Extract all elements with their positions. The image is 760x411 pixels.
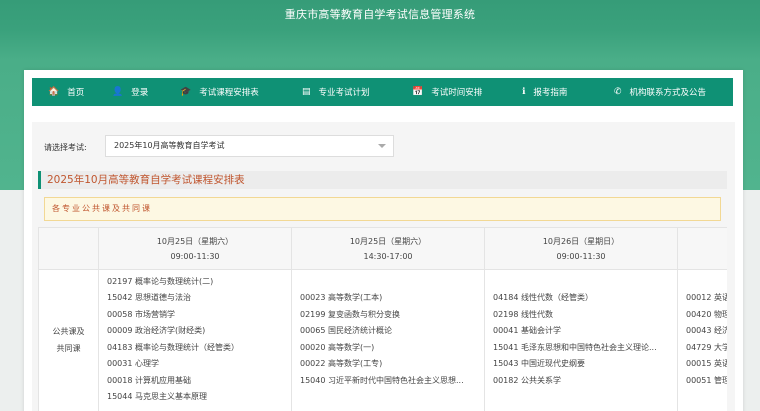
main-nav: 🏠 首页 👤 登录 🎓 考试课程安排表 ▤ 专业考试计划 📅 考试时间安排 ℹ 报考指南 ✆ 机构联系方式… (32, 78, 733, 106)
course-item: 00020 高等数学(一) (300, 343, 375, 352)
course-list: 04184 线性代数（经管类） 02198 线性代数 00041 基础会计学 1504… (485, 270, 677, 411)
nav-item-1[interactable]: 👤 登录 (112, 78, 148, 106)
course-list: 02197 概率论与数理统计(二) 15042 思想道德与法治 00058 市场营销… (99, 270, 291, 411)
exam-select[interactable]: 2025年10月高等教育自学考试 (105, 135, 394, 157)
course-item: 00012 英语 (686, 293, 727, 302)
course-item: 00015 英语 (686, 359, 727, 368)
nav-item-2[interactable]: 🎓 考试课程安排表 (180, 78, 259, 106)
session-header (678, 228, 727, 270)
nav-item-label: 考试时间安排 (431, 88, 483, 98)
home-icon: 🏠 (48, 86, 60, 97)
id-card-icon: ▤ (302, 86, 311, 97)
session-column: 10月25日（星期六） 14:30-17:00 00023 高等数学(工本) 0219… (292, 228, 485, 411)
info-icon: ℹ (522, 86, 526, 97)
session-column: 10月26日（星期日） 09:00-11:30 04184 线性代数（经管类） 021… (485, 228, 678, 411)
course-item: 15044 马克思主义基本原理 (107, 392, 207, 401)
session-date: 10月25日（星期六） (156, 237, 234, 246)
nav-item-label: 登录 (131, 88, 149, 98)
nav-item-5[interactable]: ℹ 报考指南 (522, 78, 567, 106)
course-item: 15042 思想道德与法治 (107, 293, 191, 302)
graduation-cap-icon: 🎓 (180, 86, 192, 97)
course-item: 04729 大学 (686, 343, 727, 352)
schedule-table: 公共课及 共同课 10月25日（星期六） 09:00-11:30 02197 概率论… (38, 227, 727, 411)
course-item: 02198 线性代数 (493, 310, 553, 319)
session-column: 10月25日（星期六） 09:00-11:30 02197 概率论与数理统计(二) 1… (99, 228, 292, 411)
nav-item-label: 机构联系方式及公告 (629, 88, 707, 98)
session-column: 00012 英语 00420 物理 00043 经济 04729 大学 00015 英语… (678, 228, 727, 411)
chevron-down-icon (378, 144, 386, 148)
course-item: 00065 国民经济统计概论 (300, 326, 392, 335)
course-item: 00023 高等数学(工本) (300, 293, 383, 302)
course-item: 00009 政治经济学(财经类) (107, 326, 206, 335)
phone-icon: ✆ (614, 86, 622, 97)
nav-item-label: 首页 (67, 88, 85, 98)
course-item: 02197 概率论与数理统计(二) (107, 277, 214, 286)
nav-item-label: 专业考试计划 (318, 88, 370, 98)
category-header (39, 228, 98, 270)
course-list: 00012 英语 00420 物理 00043 经济 04729 大学 00015 英语… (678, 270, 727, 411)
course-item: 00018 计算机应用基础 (107, 376, 191, 385)
session-time: 09:00-11:30 (170, 252, 220, 261)
course-item: 00043 经济 (686, 326, 727, 335)
exam-select-value: 2025年10月高等教育自学考试 (114, 141, 225, 150)
nav-item-label: 考试课程安排表 (199, 88, 259, 98)
course-item: 00031 心理学 (107, 359, 159, 368)
session-header: 10月26日（星期日） 09:00-11:30 (485, 228, 677, 270)
nav-item-label: 报考指南 (533, 88, 568, 98)
course-item: 02199 复变函数与积分变换 (300, 310, 400, 319)
course-item: 15040 习近平新时代中国特色社会主义思想... (300, 376, 464, 385)
nav-item-4[interactable]: 📅 考试时间安排 (412, 78, 482, 106)
course-item: 15041 毛泽东思想和中国特色社会主义理论... (493, 343, 657, 352)
course-item: 00058 市场营销学 (107, 310, 175, 319)
course-item: 00051 管理 (686, 376, 727, 385)
section-title: 2025年10月高等教育自学考试课程安排表 (38, 171, 727, 189)
course-item: 00041 基础会计学 (493, 326, 561, 335)
nav-item-0[interactable]: 🏠 首页 (48, 78, 84, 106)
exam-select-label: 请选择考试: (44, 143, 87, 152)
notice-banner: 各专业公共课及共同课 (44, 197, 721, 221)
course-item: 00182 公共关系学 (493, 376, 561, 385)
category-column: 公共课及 共同课 (39, 228, 99, 411)
calendar-icon: 📅 (412, 86, 424, 97)
session-header: 10月25日（星期六） 09:00-11:30 (99, 228, 291, 270)
course-list: 00023 高等数学(工本) 02199 复变函数与积分变换 00065 国民经济统… (292, 270, 484, 411)
category-label-line2: 共同课 (56, 344, 81, 353)
category-cell: 公共课及 共同课 (39, 270, 98, 411)
course-item: 15043 中国近现代史纲要 (493, 359, 585, 368)
nav-item-3[interactable]: ▤ 专业考试计划 (302, 78, 370, 106)
user-icon: 👤 (112, 86, 124, 97)
session-date: 10月25日（星期六） (349, 237, 427, 246)
course-item: 00022 高等数学(工专) (300, 359, 383, 368)
session-date: 10月26日（星期日） (542, 237, 620, 246)
content-panel: 请选择考试: 2025年10月高等教育自学考试 2025年10月高等教育自学考试… (32, 122, 735, 411)
site-title: 重庆市高等教育自学考试信息管理系统 (284, 8, 476, 21)
course-item: 04183 概率论与数理统计（经管类） (107, 343, 239, 352)
nav-item-6[interactable]: ✆ 机构联系方式及公告 (614, 78, 706, 106)
session-time: 09:00-11:30 (556, 252, 606, 261)
session-time: 14:30-17:00 (363, 252, 413, 261)
course-item: 04184 线性代数（经管类） (493, 293, 593, 302)
course-item: 00420 物理 (686, 310, 727, 319)
category-label-line1: 公共课及 (52, 327, 85, 336)
main-card: 🏠 首页 👤 登录 🎓 考试课程安排表 ▤ 专业考试计划 📅 考试时间安排 ℹ 报考指南 ✆ 机构联系方式… (24, 70, 743, 411)
session-header: 10月25日（星期六） 14:30-17:00 (292, 228, 484, 270)
